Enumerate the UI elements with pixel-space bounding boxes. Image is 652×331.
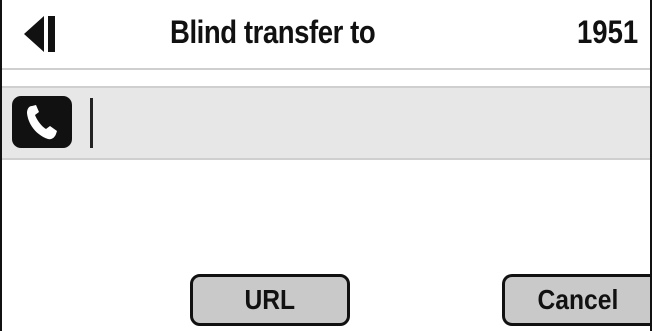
title-bar: Blind transfer to 1951	[2, 0, 650, 70]
softkey-bar: URL Cancel	[2, 250, 650, 331]
cancel-softkey-label: Cancel	[537, 284, 618, 315]
phone-handset-icon	[12, 96, 72, 148]
cancel-softkey[interactable]: Cancel	[502, 274, 650, 326]
back-arrow-icon[interactable]	[20, 13, 60, 55]
dial-number-input[interactable]	[86, 92, 641, 152]
url-softkey[interactable]: URL	[190, 274, 350, 326]
phone-screen: Blind transfer to 1951 URL Cancel	[0, 0, 652, 331]
dial-row	[2, 86, 650, 160]
url-softkey-label: URL	[244, 284, 296, 315]
page-title: Blind transfer to	[170, 14, 376, 50]
line-number: 1951	[576, 14, 638, 50]
